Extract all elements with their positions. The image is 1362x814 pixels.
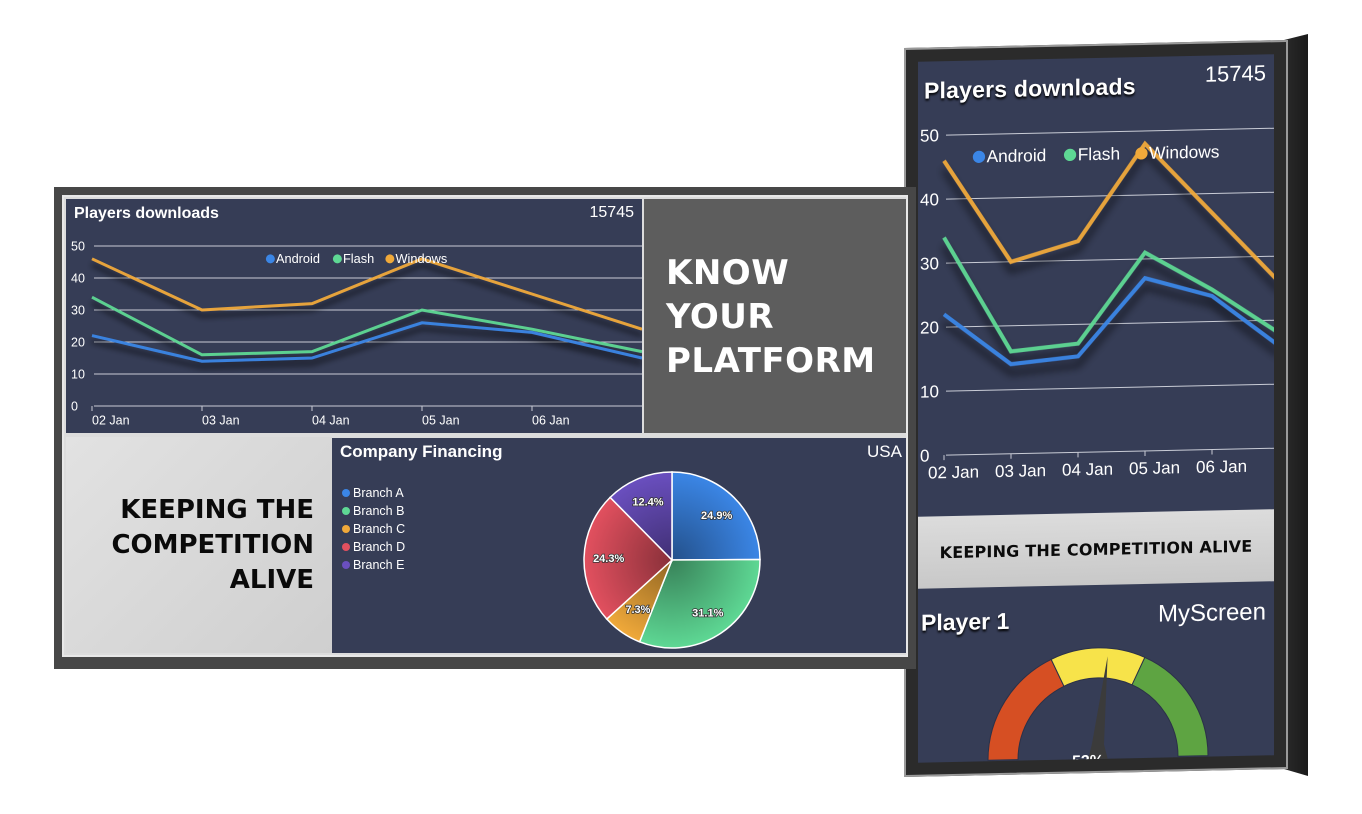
gauge-segment-green xyxy=(1131,656,1209,757)
x-tick-label: 06 Jan xyxy=(1196,457,1247,477)
legend-label-android: Android xyxy=(276,251,320,266)
legend-marker xyxy=(342,507,350,515)
gridline xyxy=(946,383,1274,392)
legend-label: Branch A xyxy=(353,486,404,500)
portrait-banner: KEEPING THE COMPETITION ALIVE xyxy=(918,509,1274,589)
portrait-downloads-title: Players downloads xyxy=(924,73,1136,104)
legend-marker-flash xyxy=(1063,148,1077,162)
portrait-downloads-chart: 0102030405002 Jan 03 Jan 04 Jan 05 Jan 06 Ja… xyxy=(920,126,1274,482)
legend-label: Branch D xyxy=(353,540,406,554)
legend-marker-android xyxy=(972,150,986,163)
y-tick-label: 20 xyxy=(71,335,85,349)
portrait-display: Players downloads 15745 0 10 20 30 40 50 02 Ja… xyxy=(904,34,1308,777)
x-tick-label: 03 Jan xyxy=(202,414,240,428)
legend-item: Branch A xyxy=(342,484,405,502)
legend-marker xyxy=(342,561,350,569)
y-tick-label: 50 xyxy=(920,126,939,145)
gridline xyxy=(946,255,1274,264)
x-tick-label: 05 Jan xyxy=(422,414,460,428)
financing-title: Company Financing xyxy=(340,442,503,461)
x-tick-label: 02 Jan xyxy=(92,414,130,428)
pie-data-label: 24.9% xyxy=(701,510,732,522)
keep-line: ALIVE xyxy=(229,565,314,595)
legend-marker xyxy=(342,525,350,533)
series-line-windows xyxy=(91,257,642,331)
portrait-screen: Players downloads 15745 0 10 20 30 40 50 02 Ja… xyxy=(918,54,1274,763)
know-your-platform-text: KNOW YOUR PLATFORM xyxy=(666,251,876,383)
know-your-platform-panel: KNOW YOUR PLATFORM xyxy=(644,199,906,433)
y-tick-label: 0 xyxy=(71,399,78,413)
y-tick-label: 40 xyxy=(920,190,939,209)
y-tick-label: 10 xyxy=(920,382,939,401)
legend-label-windows: Windows xyxy=(396,251,448,266)
keep-line: KEEPING THE xyxy=(120,495,314,525)
landscape-downloads-panel: Players downloads 15745 0 10 20 30 40 50 02 Ja… xyxy=(66,199,642,433)
financing-pie-chart: 24.9% 31.1% 7.3% 24.3% 12.4% xyxy=(583,471,761,649)
y-tick-label: 30 xyxy=(71,303,85,317)
pie-data-label: 12.4% xyxy=(632,496,663,508)
legend-marker xyxy=(342,489,350,497)
landscape-display: Players downloads 15745 0 10 20 30 40 50 02 Ja… xyxy=(54,187,916,669)
know-line: PLATFORM xyxy=(666,341,876,381)
legend-item: Branch C xyxy=(342,520,405,538)
legend-label-windows: Windows xyxy=(1149,141,1220,162)
know-line: KNOW xyxy=(666,253,790,293)
landscape-downloads-total: 15745 xyxy=(589,204,635,221)
x-tick-label: 04 Jan xyxy=(312,414,350,428)
y-tick-label: 30 xyxy=(920,254,939,273)
financing-legend: Branch A Branch B Branch C Branch D Branch E xyxy=(342,484,405,574)
legend-marker xyxy=(342,543,350,551)
legend-item: Branch D xyxy=(342,538,405,556)
landscape-downloads-chart: 0 10 20 30 40 50 02 Jan 03 Jan 04 Jan 05 Jan 06 Ja… xyxy=(71,239,642,428)
legend-marker-android xyxy=(265,254,275,264)
pie-data-label: 24.3% xyxy=(593,553,624,565)
gridline xyxy=(946,447,1274,456)
keeping-competition-panel: KEEPING THE COMPETITION ALIVE xyxy=(66,437,332,653)
gauge-segment-red xyxy=(987,658,1065,761)
portrait-banner-text: KEEPING THE COMPETITION ALIVE xyxy=(939,536,1253,562)
x-tick-label: 04 Jan xyxy=(1062,460,1113,480)
legend-label: Branch B xyxy=(353,504,405,518)
legend-label-android: Android xyxy=(987,145,1047,166)
pie-data-label: 31.1% xyxy=(692,607,723,619)
landscape-downloads-title: Players downloads xyxy=(74,205,219,222)
x-tick-label: 03 Jan xyxy=(995,461,1046,481)
financing-region: USA xyxy=(867,442,902,461)
x-tick-label: 06 Jan xyxy=(532,414,570,428)
legend-item: Branch E xyxy=(342,556,405,574)
portrait-downloads-total: 15745 xyxy=(1204,60,1266,87)
y-tick-label: 20 xyxy=(920,318,939,337)
x-tick-label: 05 Jan xyxy=(1129,458,1180,478)
y-tick-label: 40 xyxy=(71,271,85,285)
y-tick-label: 10 xyxy=(71,367,85,381)
landscape-screen: Players downloads 15745 0 10 20 30 40 50 02 Ja… xyxy=(62,195,908,657)
know-line: YOUR xyxy=(666,297,775,337)
legend-label-flash: Flash xyxy=(1078,143,1120,164)
legend-marker-windows xyxy=(385,254,395,264)
player-gauge xyxy=(987,647,1209,761)
keeping-competition-text: KEEPING THE COMPETITION ALIVE xyxy=(111,493,314,598)
portrait-display-frame: Players downloads 15745 0 10 20 30 40 50 02 Ja… xyxy=(904,39,1288,777)
legend-label-flash: Flash xyxy=(343,251,374,266)
legend-marker-flash xyxy=(332,254,342,264)
legend-item: Branch B xyxy=(342,502,405,520)
pie-data-label: 7.3% xyxy=(625,604,650,616)
company-financing-panel: Company Financing USA Branch A Branch B Br… xyxy=(332,438,906,653)
x-tick-label: 02 Jan xyxy=(928,462,979,482)
gridline xyxy=(946,127,1274,136)
gauge-segment-yellow xyxy=(1050,647,1146,687)
keep-line: COMPETITION xyxy=(111,530,314,560)
series-line-flash xyxy=(91,295,642,357)
legend-marker-windows xyxy=(1135,147,1148,160)
y-tick-label: 50 xyxy=(71,239,85,253)
series-line-flash xyxy=(942,236,1274,354)
legend-label: Branch E xyxy=(353,558,405,572)
legend-label: Branch C xyxy=(353,522,406,536)
